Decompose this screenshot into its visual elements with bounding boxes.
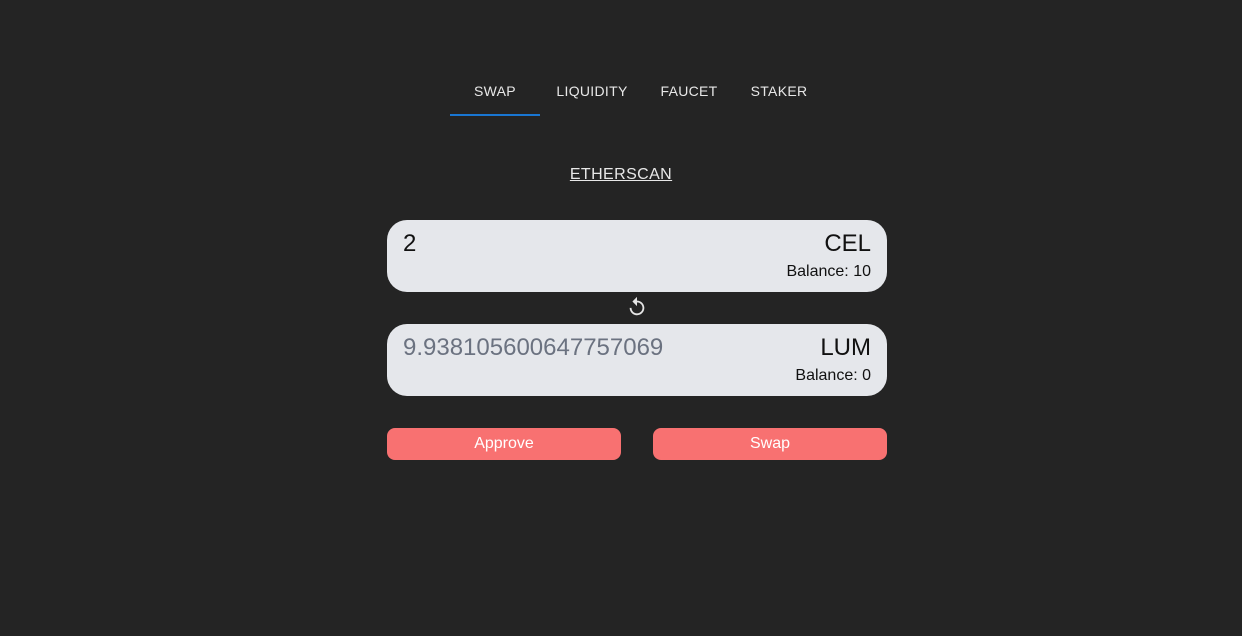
tab-faucet[interactable]: FAUCET xyxy=(644,66,734,116)
from-token-balance: Balance: 10 xyxy=(786,263,871,280)
to-token-box: LUM Balance: 0 xyxy=(387,324,887,396)
tab-staker[interactable]: STAKER xyxy=(734,66,824,116)
to-token-balance: Balance: 0 xyxy=(795,367,871,384)
rotate-icon-svg xyxy=(629,296,645,316)
from-amount-input[interactable] xyxy=(403,230,743,258)
swap-button[interactable]: Swap xyxy=(653,428,887,460)
rotate-icon[interactable] xyxy=(626,296,648,318)
to-amount-output xyxy=(403,334,743,362)
from-token-box: CEL Balance: 10 xyxy=(387,220,887,292)
tab-liquidity[interactable]: LIQUIDITY xyxy=(540,66,644,116)
etherscan-link[interactable]: ETHERSCAN xyxy=(570,166,672,183)
from-token-symbol[interactable]: CEL xyxy=(824,230,871,258)
approve-button[interactable]: Approve xyxy=(387,428,621,460)
swap-page: SWAP LIQUIDITY FAUCET STAKER ETHERSCAN C… xyxy=(0,0,1242,636)
tab-bar: SWAP LIQUIDITY FAUCET STAKER xyxy=(450,66,824,116)
to-token-symbol[interactable]: LUM xyxy=(820,334,871,362)
tab-swap[interactable]: SWAP xyxy=(450,66,540,116)
etherscan-link-row: ETHERSCAN xyxy=(0,166,1242,184)
